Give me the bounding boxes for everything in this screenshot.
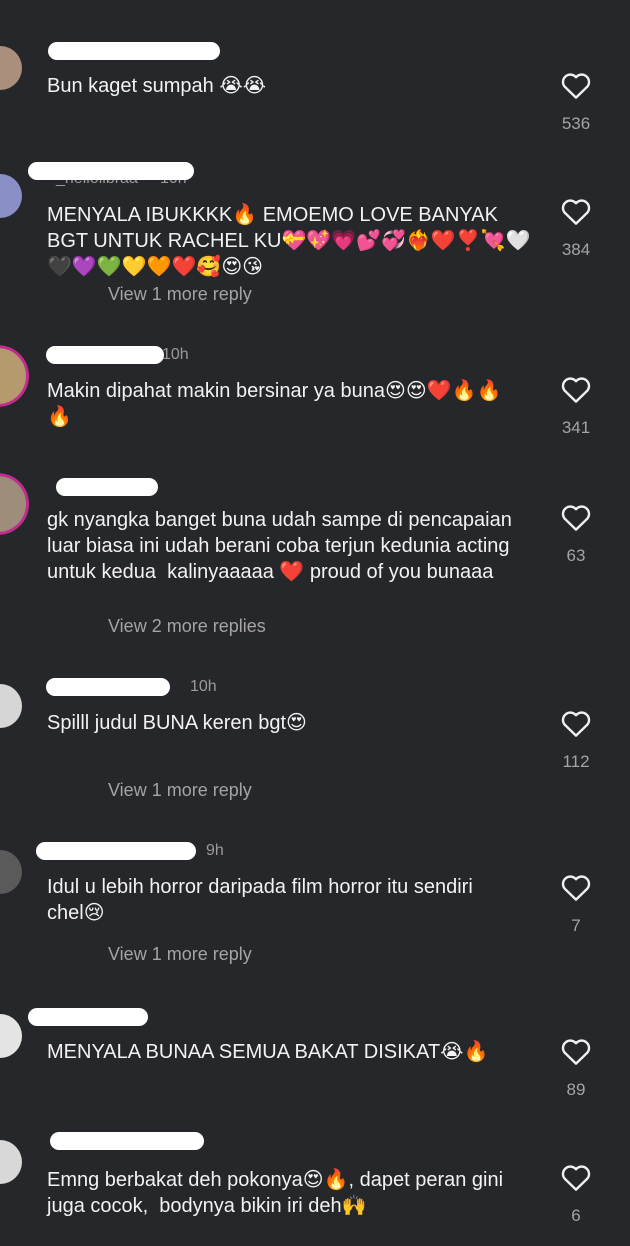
avatar[interactable] bbox=[0, 1014, 22, 1058]
username-redaction bbox=[46, 346, 164, 364]
like-count: 63 bbox=[566, 546, 586, 565]
heart-outline-icon bbox=[561, 875, 591, 901]
comment-text: Emng berbakat deh pokonya😍🔥, dapet peran… bbox=[47, 1169, 509, 1217]
comment-time: 10h bbox=[162, 346, 189, 363]
like-count: 6 bbox=[571, 1206, 581, 1225]
avatar[interactable] bbox=[0, 850, 22, 894]
heart-outline-icon bbox=[561, 73, 591, 99]
comment-text: Bun kaget sumpah 😭😭 bbox=[47, 75, 267, 97]
comment-text: Idul u lebih horror daripada film horror… bbox=[47, 876, 479, 924]
view-replies-link[interactable]: View 2 more replies bbox=[108, 614, 266, 638]
heart-outline-icon bbox=[561, 1039, 591, 1065]
heart-outline-icon bbox=[561, 505, 591, 531]
like-button[interactable]: 384 bbox=[556, 196, 596, 260]
username-redaction bbox=[28, 162, 194, 180]
like-count: 341 bbox=[561, 418, 591, 437]
username-redaction bbox=[56, 478, 158, 496]
comment-time: 9h bbox=[206, 842, 224, 859]
heart-outline-icon bbox=[561, 711, 591, 737]
avatar[interactable] bbox=[0, 476, 26, 532]
like-count: 7 bbox=[571, 916, 581, 935]
username-redaction bbox=[46, 678, 170, 696]
view-replies-link[interactable]: View 1 more reply bbox=[108, 942, 252, 966]
avatar[interactable] bbox=[0, 1140, 22, 1184]
like-button[interactable]: 6 bbox=[556, 1162, 596, 1226]
heart-outline-icon bbox=[561, 377, 591, 403]
heart-outline-icon bbox=[561, 199, 591, 225]
username-redaction bbox=[48, 42, 220, 60]
comment-text: MENYALA IBUKKKK🔥 EMOEMO LOVE BANYAK BGT … bbox=[47, 204, 531, 278]
comment-text: MENYALA BUNAA SEMUA BAKAT DISIKAT😭🔥 bbox=[47, 1041, 489, 1063]
like-button[interactable]: 63 bbox=[556, 502, 596, 566]
like-count: 536 bbox=[561, 114, 591, 133]
like-button[interactable]: 7 bbox=[556, 872, 596, 936]
heart-outline-icon bbox=[561, 1165, 591, 1191]
like-button[interactable]: 536 bbox=[556, 70, 596, 134]
like-button[interactable]: 341 bbox=[556, 374, 596, 438]
like-count: 112 bbox=[562, 752, 590, 771]
comment-text: Makin dipahat makin bersinar ya buna😍😍❤️… bbox=[47, 380, 502, 428]
like-count: 89 bbox=[566, 1080, 586, 1099]
like-count: 384 bbox=[561, 240, 591, 259]
avatar[interactable] bbox=[0, 174, 22, 218]
view-replies-link[interactable]: View 1 more reply bbox=[108, 282, 252, 306]
username-redaction bbox=[50, 1132, 204, 1150]
like-button[interactable]: 89 bbox=[556, 1036, 596, 1100]
comment-time: 10h bbox=[190, 678, 217, 695]
view-replies-link[interactable]: View 1 more reply bbox=[108, 778, 252, 802]
like-button[interactable]: 112 bbox=[556, 708, 596, 772]
username-redaction bbox=[28, 1008, 148, 1026]
username-redaction bbox=[36, 842, 196, 860]
avatar[interactable] bbox=[0, 684, 22, 728]
avatar[interactable] bbox=[0, 348, 26, 404]
comment-text: Spilll judul BUNA keren bgt😍 bbox=[47, 712, 307, 734]
avatar[interactable] bbox=[0, 46, 22, 90]
comment-text: gk nyangka banget buna udah sampe di pen… bbox=[47, 509, 518, 583]
